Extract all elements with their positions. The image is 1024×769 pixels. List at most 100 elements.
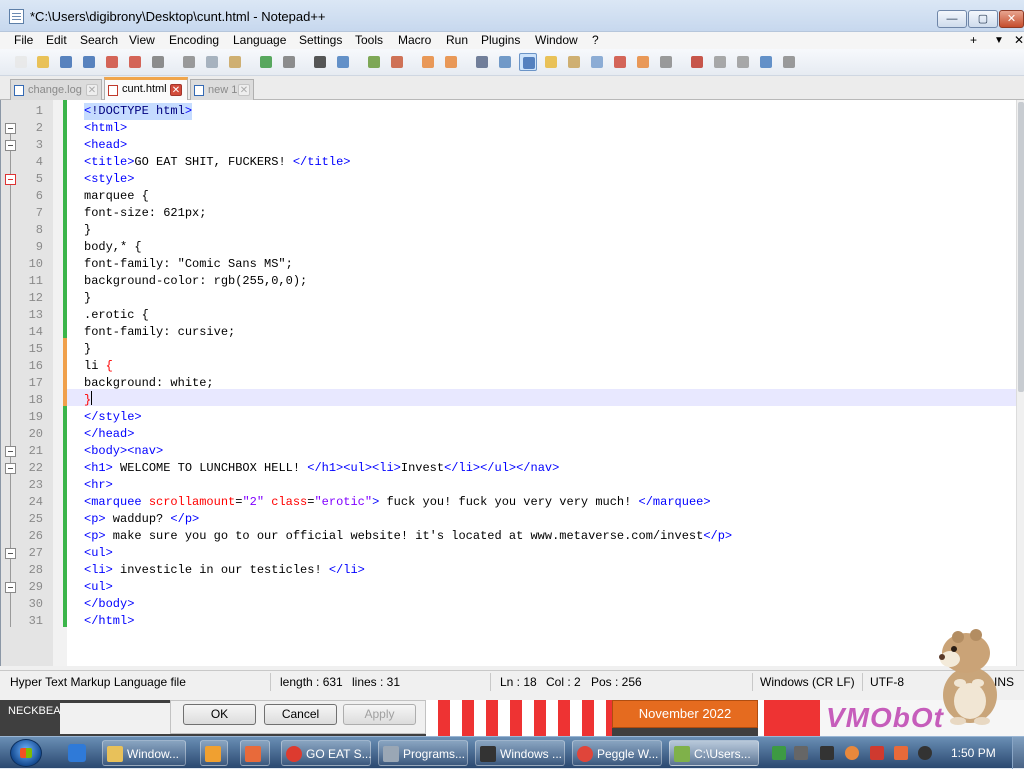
menu-tools[interactable]: Tools: [355, 33, 383, 47]
vertical-scrollbar[interactable]: [1016, 100, 1024, 666]
li-rule: li {: [84, 359, 113, 373]
cut-icon[interactable]: [180, 53, 198, 71]
add-tab-icon[interactable]: +: [970, 33, 977, 47]
taskbar-item-peggle[interactable]: Peggle W...: [572, 740, 662, 766]
fold-toggle-icon[interactable]: [5, 463, 16, 474]
eye-icon[interactable]: [657, 53, 675, 71]
fold-toggle-icon[interactable]: [5, 582, 16, 593]
encoding-label[interactable]: UTF-8: [870, 675, 904, 689]
system-clock[interactable]: 1:50 PM: [951, 746, 996, 760]
code-editor[interactable]: 1 <!DOCTYPE html> 2 <html> 3 <head> 4 <title…: [0, 100, 1024, 666]
menu-file[interactable]: File: [14, 33, 33, 47]
show-desktop-button[interactable]: [1012, 737, 1024, 769]
fold-toggle-icon[interactable]: [5, 174, 16, 185]
folder-icon: [107, 746, 123, 762]
tray-flag-icon[interactable]: [870, 746, 884, 760]
eol-label[interactable]: Windows (CR LF): [760, 675, 855, 689]
show-all-chars-icon[interactable]: [496, 53, 514, 71]
menu-help[interactable]: ?: [592, 33, 599, 47]
menu-encoding[interactable]: Encoding: [169, 33, 219, 47]
taskbar-item-media[interactable]: [200, 740, 228, 766]
code-area[interactable]: 1 <!DOCTYPE html> 2 <html> 3 <head> 4 <title…: [5, 100, 1017, 666]
redo-icon[interactable]: [280, 53, 298, 71]
find-icon[interactable]: [311, 53, 329, 71]
title-bar[interactable]: *C:\Users\digibrony\Desktop\cunt.html - …: [0, 0, 1024, 32]
tab-bar: change.log ✕ cunt.html ✕ new 1 ✕: [0, 76, 1024, 101]
start-button[interactable]: [10, 739, 42, 767]
zoom-out-icon[interactable]: [388, 53, 406, 71]
taskbar-item-programs[interactable]: Programs...: [378, 740, 468, 766]
tab-list-icon[interactable]: ▼: [994, 35, 1004, 46]
fold-toggle-icon[interactable]: [5, 140, 16, 151]
indent-guide-icon[interactable]: [519, 53, 537, 71]
print-icon[interactable]: [149, 53, 167, 71]
tab-close-icon[interactable]: ✕: [170, 84, 182, 96]
ie-icon[interactable]: [68, 744, 86, 762]
tab-close-icon[interactable]: ✕: [86, 84, 98, 96]
undo-icon[interactable]: [257, 53, 275, 71]
taskbar-item-paint[interactable]: [240, 740, 270, 766]
tray-volume-icon[interactable]: [918, 746, 932, 760]
close-button[interactable]: ✕: [999, 10, 1024, 28]
monitor-icon[interactable]: [634, 53, 652, 71]
word-wrap-icon[interactable]: [473, 53, 491, 71]
run-macro-multiple-icon[interactable]: [757, 53, 775, 71]
menu-view[interactable]: View: [129, 33, 155, 47]
play-macro-icon[interactable]: [734, 53, 752, 71]
menu-language[interactable]: Language: [233, 33, 286, 47]
copy-icon[interactable]: [203, 53, 221, 71]
close-file-icon[interactable]: [103, 53, 121, 71]
tray-app-icon[interactable]: [894, 746, 908, 760]
tray-app-icon[interactable]: [794, 746, 808, 760]
chrome-icon: [286, 746, 302, 762]
scrollbar-thumb[interactable]: [1018, 102, 1024, 392]
folder-as-workspace-icon[interactable]: [611, 53, 629, 71]
open-file-icon[interactable]: [34, 53, 52, 71]
replace-icon[interactable]: [334, 53, 352, 71]
marquee-line: <marquee scrollamount="2" class="erotic"…: [84, 495, 711, 509]
menu-plugins[interactable]: Plugins: [481, 33, 520, 47]
tray-search-icon[interactable]: [845, 746, 859, 760]
fold-toggle-icon[interactable]: [5, 123, 16, 134]
november-button[interactable]: November 2022: [612, 700, 758, 728]
fold-toggle-icon[interactable]: [5, 446, 16, 457]
save-icon[interactable]: [57, 53, 75, 71]
sync-horizontal-icon[interactable]: [442, 53, 460, 71]
menu-settings[interactable]: Settings: [299, 33, 342, 47]
minimize-button[interactable]: —: [937, 10, 967, 28]
tray-checkmark-icon[interactable]: [820, 746, 834, 760]
close-doc-icon[interactable]: ✕: [1014, 33, 1024, 47]
sync-vertical-icon[interactable]: [419, 53, 437, 71]
taskbar-item-windows-cmd[interactable]: Windows ...: [475, 740, 565, 766]
new-file-icon[interactable]: [12, 53, 30, 71]
function-list-icon[interactable]: [588, 53, 606, 71]
maximize-button[interactable]: ▢: [968, 10, 998, 28]
menu-run[interactable]: Run: [446, 33, 468, 47]
code-line: 15}: [28, 342, 92, 356]
menu-window[interactable]: Window: [535, 33, 578, 47]
fold-toggle-icon[interactable]: [5, 548, 16, 559]
tab-close-icon[interactable]: ✕: [238, 84, 250, 96]
close-all-icon[interactable]: [126, 53, 144, 71]
save-macro-icon[interactable]: [780, 53, 798, 71]
zoom-in-icon[interactable]: [365, 53, 383, 71]
user-defined-lang-icon[interactable]: [542, 53, 560, 71]
stop-record-icon[interactable]: [711, 53, 729, 71]
taskbar-item-notepadpp[interactable]: C:\Users...: [669, 740, 759, 766]
menu-macro[interactable]: Macro: [398, 33, 431, 47]
tab-change-log[interactable]: change.log ✕: [10, 79, 102, 100]
taskbar-item-windows-explorer[interactable]: Window...: [102, 740, 186, 766]
menu-search[interactable]: Search: [80, 33, 118, 47]
cancel-button[interactable]: Cancel: [264, 704, 337, 725]
paste-icon[interactable]: [226, 53, 244, 71]
tab-cunt-html[interactable]: cunt.html ✕: [104, 77, 188, 101]
taskbar-item-chrome[interactable]: GO EAT S...: [281, 740, 372, 766]
doc-map-icon[interactable]: [565, 53, 583, 71]
code-line: 31 </html>: [28, 614, 135, 628]
tray-app-icon[interactable]: [772, 746, 786, 760]
save-all-icon[interactable]: [80, 53, 98, 71]
menu-edit[interactable]: Edit: [46, 33, 67, 47]
record-macro-icon[interactable]: [688, 53, 706, 71]
ok-button[interactable]: OK: [183, 704, 256, 725]
tab-new-1[interactable]: new 1 ✕: [190, 79, 254, 100]
